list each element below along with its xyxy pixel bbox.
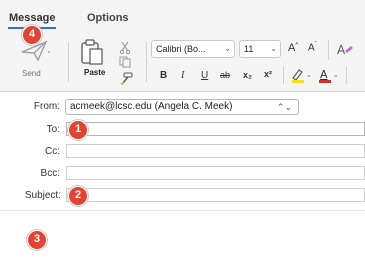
svg-text:⌄: ⌄ [333, 71, 339, 79]
send-button[interactable]: ⌄ Send [20, 40, 56, 82]
to-field[interactable] [66, 122, 365, 136]
font-size-value: 11 [244, 44, 254, 54]
tab-message[interactable]: Message [9, 12, 55, 24]
paste-label: Paste [84, 68, 106, 77]
font-color-icon[interactable]: A ⌄ [318, 67, 342, 83]
from-select[interactable]: acmeek@lcsc.edu (Angela C. Meek) ⌃⌄ [65, 99, 299, 115]
cc-label: Cc: [45, 146, 60, 157]
callout-badge-1: 1 [68, 120, 88, 140]
cut-icon[interactable] [118, 40, 132, 54]
clipboard-icon [81, 39, 103, 65]
grow-font-icon[interactable]: A^ [288, 42, 298, 54]
tab-options[interactable]: Options [87, 12, 129, 24]
svg-text:A: A [320, 68, 328, 81]
svg-text:⌄: ⌄ [306, 71, 312, 79]
highlight-color-icon[interactable]: ⌄ [290, 67, 314, 83]
to-label: To: [46, 124, 60, 135]
bold-button[interactable]: B [160, 70, 167, 81]
message-body[interactable] [0, 211, 365, 260]
callout-badge-4: 4 [22, 25, 42, 45]
format-painter-icon[interactable] [118, 72, 134, 86]
callout-badge-2: 2 [68, 186, 88, 206]
from-label: From: [33, 101, 60, 112]
svg-text:A: A [337, 43, 346, 57]
shrink-font-icon[interactable]: Aˇ [308, 42, 317, 53]
clear-formatting-icon[interactable]: A [336, 42, 354, 58]
font-size-select[interactable]: 11 ⌄ [239, 40, 281, 58]
subject-label: Subject: [24, 190, 61, 201]
from-value: acmeek@lcsc.edu (Angela C. Meek) [70, 101, 233, 112]
ribbon-divider [146, 42, 147, 82]
send-label: Send [22, 69, 41, 78]
copy-icon[interactable] [118, 56, 132, 68]
ribbon: Message Options ⌄ Send Paste Calibri (Bo… [0, 0, 365, 92]
subscript-button[interactable]: x₂ [243, 70, 252, 80]
ribbon-divider [328, 40, 329, 60]
svg-text:⌄: ⌄ [46, 46, 50, 55]
superscript-button[interactable]: x² [264, 69, 272, 79]
font-name-select[interactable]: Calibri (Bo... ⌄ [151, 40, 235, 58]
ribbon-divider [283, 66, 284, 84]
ribbon-divider [346, 66, 347, 84]
cc-field[interactable] [66, 144, 365, 158]
subject-field[interactable] [66, 188, 365, 202]
underline-button[interactable]: U [201, 70, 208, 81]
chevron-down-icon: ⌄ [224, 44, 231, 53]
chevron-down-icon: ⌄ [270, 44, 277, 53]
callout-badge-3: 3 [27, 230, 47, 250]
font-name-value: Calibri (Bo... [156, 44, 206, 54]
italic-button[interactable]: I [181, 70, 184, 81]
ribbon-divider [68, 42, 69, 82]
bcc-field[interactable] [66, 166, 365, 180]
bcc-label: Bcc: [40, 168, 60, 179]
strikethrough-button[interactable]: ab [220, 70, 230, 80]
updown-chevron-icon: ⌃⌄ [276, 102, 292, 112]
